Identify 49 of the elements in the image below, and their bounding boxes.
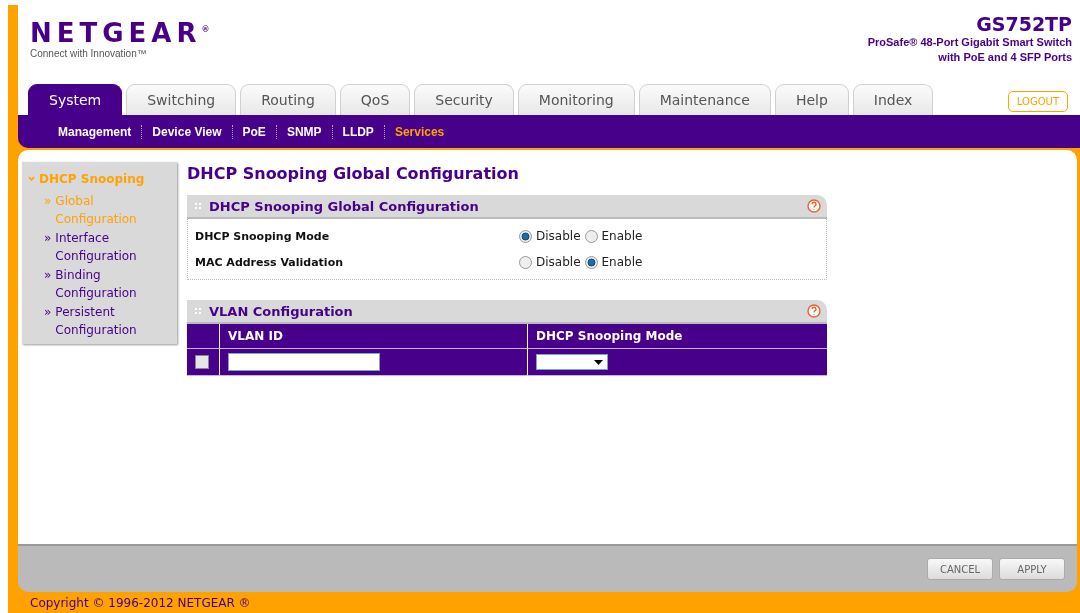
field-label: MAC Address Validation (195, 255, 345, 269)
checkbox[interactable] (195, 355, 209, 369)
nav-tab[interactable]: Index (852, 84, 934, 115)
sub-tab[interactable]: SNMP (275, 124, 332, 139)
sub-tab[interactable]: Device View (141, 124, 232, 139)
nav-tab[interactable]: Switching (126, 84, 237, 115)
netgear-logo: NETGEAR$^{®}$ (30, 16, 215, 48)
option-label: Disable (536, 255, 581, 269)
nav-tab[interactable]: Maintenance (638, 84, 771, 115)
grip-icon (195, 308, 201, 314)
product-description: ProSafe® 48-Port Gigabit Smart Switch (867, 35, 1072, 50)
sub-tab[interactable]: PoE (231, 124, 276, 139)
column-header: DHCP Snooping Mode (528, 324, 827, 349)
product-description: with PoE and 4 SFP Ports (938, 50, 1072, 65)
page-title: DHCP Snooping Global Configuration (187, 164, 520, 183)
sub-tab[interactable]: Services (383, 124, 455, 139)
sidebar-link[interactable]: » Persistent Configuration (28, 303, 164, 339)
option-label: Enable (601, 229, 643, 243)
radio-button[interactable] (519, 229, 532, 243)
column-header: VLAN ID (220, 324, 528, 349)
sub-tab[interactable]: LLDP (331, 124, 384, 139)
option-label: Enable (601, 255, 643, 269)
sidebar-link[interactable]: » Binding Configuration (28, 266, 164, 302)
nav-tab[interactable]: QoS (339, 84, 411, 115)
panel-header: VLAN Configuration (187, 300, 827, 324)
nav-tab[interactable]: Security (414, 84, 514, 115)
caret-icon (594, 359, 603, 365)
copyright: Copyright © 1996-2012 NETGEAR ® (29, 594, 252, 612)
nav-tab[interactable]: Routing (240, 84, 336, 115)
panel-header: DHCP Snooping Global Configuration (187, 195, 827, 219)
field-label: DHCP Snooping Mode (195, 229, 331, 243)
option-label: Disable (536, 229, 581, 243)
sub-tab[interactable]: Management (48, 124, 142, 139)
radio-button[interactable] (584, 255, 598, 269)
model-name: GS752TP (976, 13, 1072, 35)
mode-dropdown[interactable] (536, 354, 608, 370)
action-button[interactable]: CANCEL (927, 558, 993, 580)
sidebar-link[interactable]: » Interface Configuration (28, 229, 164, 265)
nav-tab[interactable]: Monitoring (517, 84, 635, 115)
nav-tab[interactable]: Help (774, 84, 849, 115)
tagline: Connect with Innovation™ (30, 47, 148, 59)
radio-button[interactable] (584, 229, 598, 243)
help-icon[interactable] (807, 199, 821, 213)
help-icon[interactable] (807, 304, 821, 318)
grip-icon (195, 203, 201, 209)
action-button[interactable]: APPLY (999, 558, 1065, 580)
radio-button[interactable] (519, 255, 532, 269)
nav-tab[interactable]: System (28, 84, 123, 115)
vlan-id-field[interactable] (228, 353, 380, 371)
